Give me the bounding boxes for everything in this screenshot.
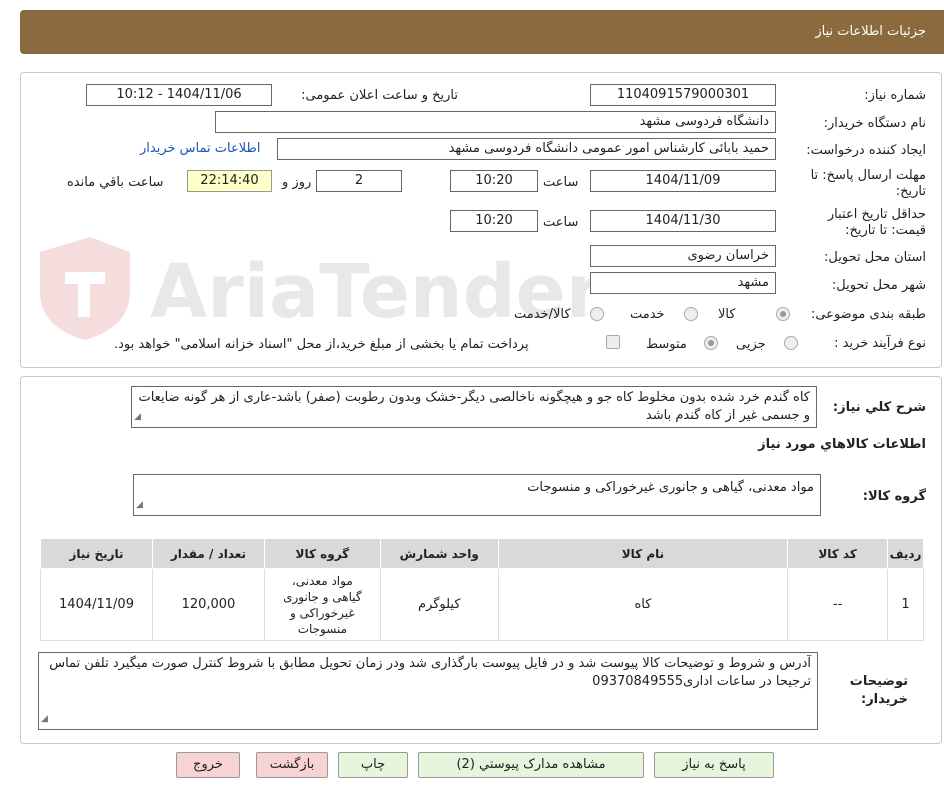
process-radio-minor[interactable] [784, 336, 798, 350]
treasury-payment-checkbox[interactable] [606, 335, 620, 349]
province-value: خراسان رضوی [590, 245, 776, 267]
buyer-notes-value: آدرس و شروط و توضیحات کالا پیوست شد و در… [49, 656, 811, 689]
buyer-contact-link[interactable]: اطلاعات تماس خریدار [140, 141, 260, 156]
validity-time-label: ساعت [543, 215, 579, 230]
process-option-minor: جزیی [736, 337, 766, 352]
table-row: 1 -- کاه کیلوگرم مواد معدنی، گیاهی و جان… [40, 568, 924, 641]
reply-button[interactable]: پاسخ به نیاز [654, 752, 774, 778]
cell-code: -- [787, 568, 889, 641]
announce-label: تاریخ و ساعت اعلان عمومی: [301, 88, 458, 103]
print-button[interactable]: چاپ [338, 752, 408, 778]
col-row: ردیف [887, 538, 924, 569]
process-label: نوع فرآیند خرید : [834, 336, 926, 351]
treasury-payment-note: پرداخت تمام یا بخشی از مبلغ خرید،از محل … [114, 337, 529, 352]
need-number-value: 1104091579000301 [590, 84, 776, 106]
category-option-goods: کالا [718, 307, 736, 322]
cell-group: مواد معدنی، گیاهی و جانوری غیرخوراکی و م… [263, 568, 381, 641]
city-label: شهر محل تحویل: [831, 278, 926, 293]
cell-row: 1 [887, 568, 924, 641]
deadline-days-label: روز و [282, 175, 312, 190]
goods-group-label: گروه کالا: [862, 489, 926, 504]
deadline-date: 1404/11/09 [590, 170, 776, 192]
validity-date: 1404/11/30 [590, 210, 776, 232]
announce-value: 1404/11/06 - 10:12 [86, 84, 272, 106]
validity-label-line1: حداقل تاریخ اعتبار [827, 207, 926, 222]
items-table: ردیف کد کالا نام کالا واحد شمارش گروه کا… [40, 538, 924, 641]
category-radio-both[interactable] [590, 307, 604, 321]
buyer-notes-box: آدرس و شروط و توضیحات کالا پیوست شد و در… [38, 652, 818, 730]
validity-time: 10:20 [450, 210, 538, 232]
buyer-notes-label-line1: توضیحات [849, 674, 908, 689]
requester-value: حمید بابائی کارشناس امور عمومی دانشگاه ف… [277, 138, 776, 160]
need-number-label: شماره نیاز: [864, 88, 926, 103]
items-table-wrap: ردیف کد کالا نام کالا واحد شمارش گروه کا… [40, 538, 924, 641]
remaining-label: ساعت باقي مانده [67, 175, 164, 190]
col-unit: واحد شمارش [379, 538, 499, 569]
requester-label: ایجاد کننده درخواست: [806, 143, 926, 158]
category-option-service: خدمت [630, 307, 665, 322]
goods-section-title: اطلاعات کالاهاي مورد نياز [758, 437, 926, 452]
buyer-notes-label-line2: خریدار: [861, 692, 908, 707]
deadline-label-line2: تاریخ: [895, 184, 926, 199]
goods-group-box: مواد معدنی، گیاهی و جانوری غیرخوراکی و م… [133, 474, 821, 516]
cell-date: 1404/11/09 [40, 568, 153, 641]
col-group: گروه کالا [263, 538, 381, 569]
deadline-time: 10:20 [450, 170, 538, 192]
deadline-time-label: ساعت [543, 175, 579, 190]
col-qty: تعداد / مقدار [152, 538, 265, 569]
attachments-button[interactable]: مشاهده مدارک پیوستي (2) [418, 752, 644, 778]
buyer-org-value: دانشگاه فردوسی مشهد [215, 111, 776, 133]
validity-label-line2: قیمت: تا تاریخ: [845, 223, 926, 238]
col-date: تاریخ نیاز [40, 538, 153, 569]
summary-value: کاه گندم خرد شده بدون مخلوط کاه جو و هیچ… [138, 390, 810, 423]
page-title: جزئیات اطلاعات نیاز [815, 24, 926, 39]
page-header: جزئیات اطلاعات نیاز [20, 10, 944, 54]
resize-grip-icon[interactable]: ◢ [134, 408, 141, 426]
category-option-both: کالا/خدمت [514, 307, 571, 322]
cell-unit: کیلوگرم [379, 568, 499, 641]
resize-grip-icon[interactable]: ◢ [136, 496, 143, 514]
deadline-days: 2 [316, 170, 402, 192]
col-name: نام کالا [497, 538, 789, 569]
table-header-row: ردیف کد کالا نام کالا واحد شمارش گروه کا… [40, 538, 924, 569]
exit-button[interactable]: خروج [176, 752, 240, 778]
city-value: مشهد [590, 272, 776, 294]
goods-group-value: مواد معدنی، گیاهی و جانوری غیرخوراکی و م… [527, 480, 814, 495]
deadline-label-line1: مهلت ارسال پاسخ: تا [810, 168, 926, 183]
summary-label: شرح کلي نياز: [832, 400, 926, 415]
province-label: استان محل تحویل: [824, 250, 926, 265]
process-radio-medium[interactable] [704, 336, 718, 350]
cell-name: کاه [497, 568, 789, 641]
back-button[interactable]: بازگشت [256, 752, 328, 778]
cell-qty: 120,000 [152, 568, 265, 641]
resize-grip-icon[interactable]: ◢ [41, 710, 48, 728]
col-code: کد کالا [787, 538, 889, 569]
category-label: طبقه بندی موضوعی: [810, 307, 926, 322]
category-radio-goods[interactable] [776, 307, 790, 321]
buyer-org-label: نام دستگاه خریدار: [823, 116, 926, 131]
remaining-timer: 22:14:40 [187, 170, 272, 192]
category-radio-service[interactable] [684, 307, 698, 321]
process-option-medium: متوسط [646, 337, 687, 352]
summary-text: کاه گندم خرد شده بدون مخلوط کاه جو و هیچ… [131, 386, 817, 428]
